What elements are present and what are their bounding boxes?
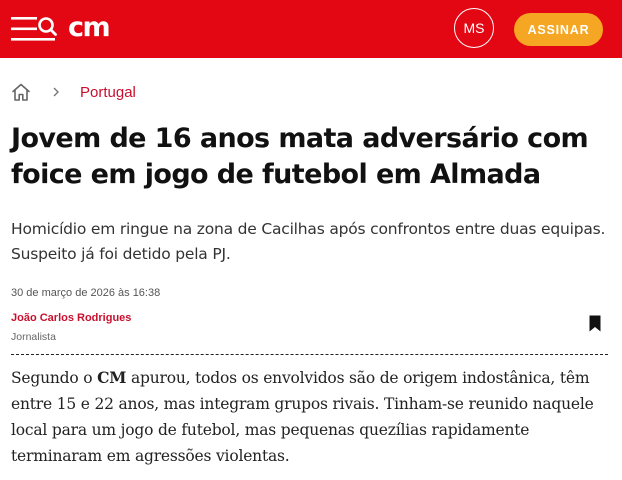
divider bbox=[11, 354, 608, 355]
cm-brand-mention: CM bbox=[97, 368, 127, 387]
paragraph-text-start: Segundo o bbox=[11, 369, 98, 387]
user-avatar-button[interactable]: MS bbox=[454, 8, 494, 48]
author-name-link[interactable]: João Carlos Rodrigues bbox=[11, 312, 131, 324]
search-icon[interactable] bbox=[38, 17, 57, 36]
breadcrumb: Portugal bbox=[11, 80, 136, 104]
home-icon[interactable] bbox=[11, 82, 31, 102]
breadcrumb-section-link[interactable]: Portugal bbox=[80, 84, 136, 101]
menu-icon[interactable] bbox=[11, 15, 57, 43]
top-bar: cm MS ASSINAR bbox=[0, 0, 622, 58]
author-role: Jornalista bbox=[11, 331, 56, 343]
cm-logo[interactable]: cm bbox=[68, 12, 111, 44]
bookmark-icon[interactable] bbox=[589, 315, 601, 332]
publish-date: 30 de março de 2026 às 16:38 bbox=[11, 287, 161, 299]
article-paragraph: Segundo o CM apurou, todos os envolvidos… bbox=[11, 365, 611, 469]
chevron-right-icon bbox=[53, 87, 59, 97]
subscribe-button[interactable]: ASSINAR bbox=[514, 13, 603, 46]
article-title: Jovem de 16 anos mata adversário com foi… bbox=[11, 123, 589, 190]
article-lead: Homicídio em ringue na zona de Cacilhas … bbox=[11, 220, 606, 263]
